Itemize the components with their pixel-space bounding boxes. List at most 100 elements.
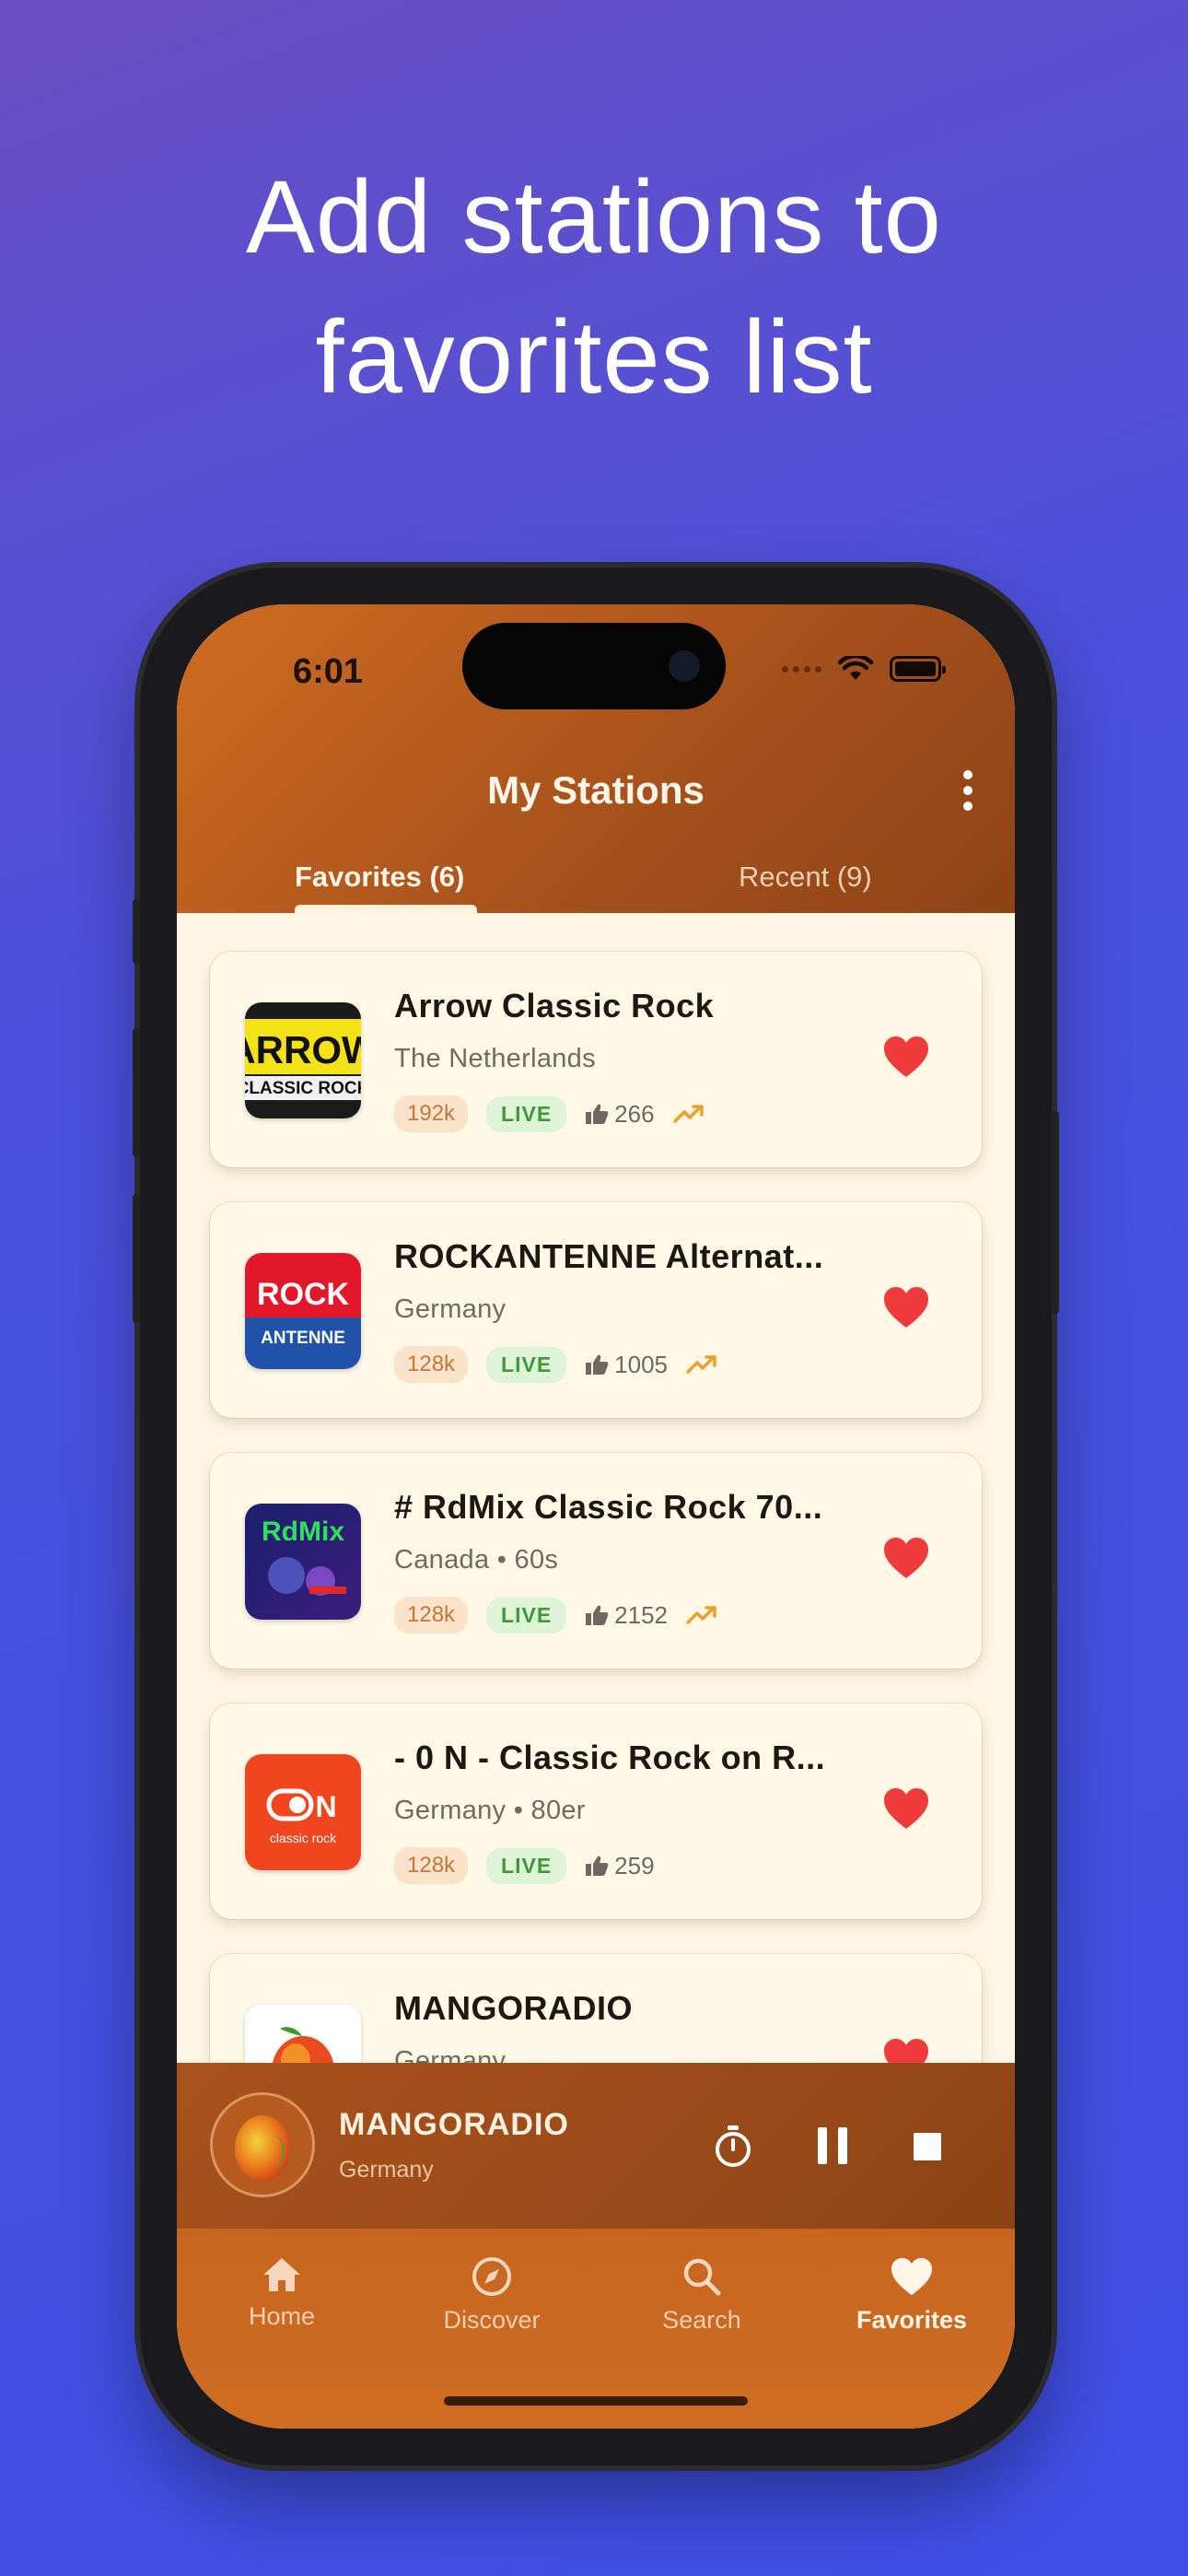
- search-icon: [683, 2258, 721, 2296]
- nav-home-label: Home: [248, 2302, 316, 2330]
- stop-icon[interactable]: [914, 2133, 941, 2160]
- wifi-icon: [838, 656, 873, 680]
- station-meta: 128k LIVE 1005: [394, 1346, 717, 1383]
- station-name: - 0 N - Classic Rock on R...: [394, 1739, 826, 1776]
- favorite-heart-icon[interactable]: [882, 1285, 930, 1329]
- live-badge: LIVE: [486, 1095, 567, 1132]
- battery-icon: [890, 656, 946, 682]
- tab-recent[interactable]: Recent (9): [739, 861, 872, 894]
- station-card[interactable]: N classic rock - 0 N - Classic Rock on R…: [210, 1704, 982, 1919]
- home-icon: [263, 2258, 300, 2291]
- nav-discover-label: Discover: [443, 2306, 541, 2334]
- bottom-nav: Home Discover Search Favorites: [177, 2229, 1015, 2429]
- svg-text:classic rock: classic rock: [270, 1831, 337, 1845]
- phone-frame: 6:01 My Stations Favorites (6) Recent (9…: [133, 568, 1059, 2465]
- station-name: ROCKANTENNE Alternat...: [394, 1237, 824, 1275]
- nav-favorites-label: Favorites: [856, 2306, 968, 2334]
- nav-home[interactable]: Home: [208, 2256, 355, 2331]
- favorite-heart-icon[interactable]: [882, 1536, 930, 1580]
- pause-icon[interactable]: [814, 2125, 851, 2166]
- tab-indicator: [295, 905, 477, 913]
- dynamic-island: [462, 623, 726, 709]
- station-name: # RdMix Classic Rock 70...: [394, 1488, 823, 1526]
- likes-value: 2152: [614, 1600, 669, 1629]
- station-country: The Netherlands: [394, 1044, 596, 1073]
- station-logo: N classic rock: [245, 1754, 361, 1870]
- station-logo: ARROW CLASSIC ROCK: [245, 1002, 361, 1118]
- camera-icon: [669, 650, 700, 682]
- trending-icon: [672, 1105, 704, 1123]
- live-badge: LIVE: [486, 1346, 567, 1383]
- svg-text:N: N: [315, 1790, 336, 1823]
- nav-discover[interactable]: Discover: [418, 2256, 565, 2335]
- station-country: Germany: [394, 1294, 507, 1324]
- station-card[interactable]: ARROW CLASSIC ROCK Arrow Classic Rock Th…: [210, 952, 982, 1167]
- station-meta: 128k LIVE 2152: [394, 1597, 717, 1633]
- compass-icon: [472, 2257, 511, 2296]
- station-card[interactable]: RdMix # RdMix Classic Rock 70... Canada …: [210, 1453, 982, 1669]
- station-card[interactable]: ROCK ANTENNE ROCKANTENNE Alternat... Ger…: [210, 1202, 982, 1418]
- bitrate-badge: 128k: [394, 1847, 469, 1884]
- bitrate-badge: 128k: [394, 1597, 469, 1633]
- thumbs-up-icon: [586, 1605, 609, 1625]
- likes-value: 266: [614, 1099, 655, 1128]
- headline-line2: favorites list: [315, 299, 873, 415]
- station-meta: 192k LIVE 266: [394, 1095, 705, 1132]
- signal-icon: [782, 665, 821, 673]
- sleep-timer-icon[interactable]: [713, 2124, 753, 2168]
- header: 6:01 My Stations Favorites (6) Recent (9…: [177, 604, 1015, 913]
- heart-icon: [891, 2257, 932, 2296]
- svg-text:ROCK: ROCK: [257, 1277, 350, 1312]
- now-playing-artwork: [210, 2092, 315, 2197]
- likes-value: 259: [614, 1851, 655, 1879]
- tab-favorites[interactable]: Favorites (6): [295, 861, 464, 894]
- likes-count: 259: [585, 1851, 655, 1880]
- home-indicator: [444, 2396, 748, 2406]
- likes-count: 2152: [585, 1601, 668, 1630]
- station-name: MANGORADIO: [394, 1989, 633, 2027]
- thumbs-up-icon: [586, 1104, 609, 1124]
- trending-icon: [686, 1355, 716, 1374]
- power-button: [1052, 1111, 1059, 1314]
- page-title: My Stations: [487, 768, 705, 812]
- likes-count: 1005: [585, 1351, 668, 1379]
- thumbs-up-icon: [586, 1354, 609, 1375]
- station-logo: RdMix: [245, 1504, 361, 1620]
- svg-text:ANTENNE: ANTENNE: [261, 1329, 345, 1348]
- favorite-heart-icon[interactable]: [882, 1035, 930, 1079]
- favorite-heart-icon[interactable]: [882, 1786, 930, 1831]
- station-meta: 128k LIVE 259: [394, 1847, 655, 1884]
- station-logo: [245, 2005, 361, 2063]
- mini-player[interactable]: MANGORADIO Germany: [177, 2063, 1015, 2229]
- station-name: Arrow Classic Rock: [394, 987, 715, 1025]
- station-country: Canada • 60s: [394, 1545, 559, 1575]
- live-badge: LIVE: [486, 1847, 567, 1884]
- bitrate-badge: 128k: [394, 1346, 469, 1383]
- status-time: 6:01: [293, 652, 364, 691]
- nav-search-label: Search: [662, 2306, 741, 2334]
- station-country: Germany • 80er: [394, 1796, 586, 1825]
- volume-up-button: [133, 1028, 140, 1157]
- more-menu-icon[interactable]: [963, 770, 973, 811]
- headline-line1: Add stations to: [246, 159, 942, 275]
- station-logo: ROCK ANTENNE: [245, 1253, 361, 1369]
- live-badge: LIVE: [486, 1597, 567, 1633]
- favorite-heart-icon[interactable]: [882, 2037, 930, 2063]
- likes-count: 266: [585, 1099, 655, 1129]
- station-card[interactable]: MANGORADIO Germany: [210, 1954, 982, 2063]
- trending-icon: [686, 1606, 716, 1624]
- nav-search[interactable]: Search: [628, 2256, 775, 2335]
- now-playing-country: Germany: [339, 2157, 434, 2183]
- volume-down-button: [133, 1194, 140, 1323]
- station-list[interactable]: ARROW CLASSIC ROCK Arrow Classic Rock Th…: [177, 913, 1015, 2063]
- svg-text:CLASSIC ROCK: CLASSIC ROCK: [245, 1079, 361, 1098]
- thumbs-up-icon: [586, 1856, 609, 1876]
- now-playing-name: MANGORADIO: [339, 2107, 569, 2142]
- likes-value: 1005: [614, 1350, 669, 1378]
- svg-text:ARROW: ARROW: [245, 1028, 361, 1071]
- app-screen: 6:01 My Stations Favorites (6) Recent (9…: [177, 604, 1015, 2429]
- nav-favorites[interactable]: Favorites: [838, 2256, 985, 2335]
- svg-text:RdMix: RdMix: [262, 1516, 344, 1547]
- headline: Add stations to favorites list: [0, 147, 1188, 427]
- status-icons: [782, 656, 946, 682]
